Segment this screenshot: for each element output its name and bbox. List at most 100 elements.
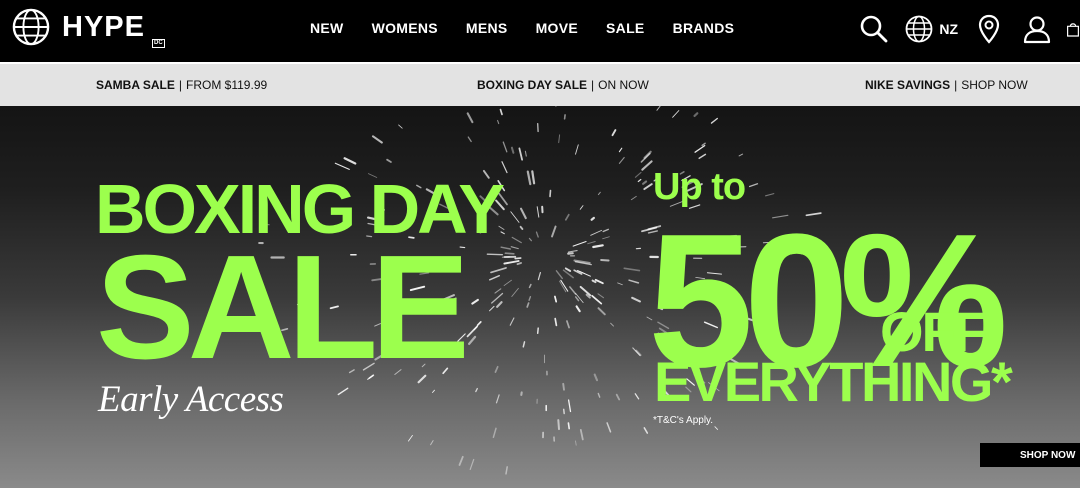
spark — [597, 392, 601, 398]
promo-samba[interactable]: SAMBA SALE | FROM $119.99 — [96, 78, 267, 92]
globe-logo-icon — [12, 8, 50, 46]
spark — [575, 144, 579, 155]
spark — [499, 108, 503, 116]
promo-title: NIKE SAVINGS — [865, 78, 951, 92]
nav-new[interactable]: NEW — [310, 20, 344, 36]
spark — [602, 228, 609, 233]
spark — [748, 183, 759, 188]
spark — [643, 150, 652, 159]
account-icon[interactable] — [1022, 14, 1052, 44]
spark — [524, 150, 527, 157]
spark — [500, 246, 512, 250]
spark — [502, 141, 508, 153]
spark — [407, 434, 413, 442]
spark — [466, 112, 474, 124]
promo-title: SAMBA SALE — [96, 78, 175, 92]
spark — [564, 213, 570, 221]
spark — [714, 426, 719, 430]
spark — [510, 211, 520, 223]
spark — [492, 427, 497, 439]
spark — [628, 279, 640, 284]
spark — [497, 119, 500, 125]
region-selector[interactable]: NZ — [905, 15, 958, 43]
spark — [516, 262, 522, 266]
nav-brands[interactable]: BRANDS — [673, 20, 735, 36]
spark — [631, 296, 641, 303]
spark — [579, 285, 592, 297]
spark — [572, 241, 587, 247]
spark — [486, 253, 503, 256]
spark — [501, 161, 508, 174]
spark — [694, 144, 706, 153]
hero-banner[interactable]: BOXING DAY SALE Early Access Up to 50% O… — [0, 106, 1080, 488]
nav-move[interactable]: MOVE — [536, 20, 578, 36]
spark — [575, 305, 581, 313]
spark — [531, 170, 536, 185]
promo-nike[interactable]: NIKE SAVINGS | SHOP NOW — [865, 78, 1028, 92]
nav-sale[interactable]: SALE — [606, 20, 645, 36]
spark — [623, 267, 641, 272]
spark — [505, 466, 508, 475]
spark — [587, 241, 596, 245]
spark — [579, 428, 584, 441]
search-icon[interactable] — [859, 14, 889, 44]
spark — [476, 321, 482, 327]
spark — [537, 272, 542, 281]
spark — [536, 206, 540, 218]
site-header: HYPE DC NEW WOMENS MENS MOVE SALE BRANDS… — [0, 0, 1080, 62]
spark — [510, 146, 515, 154]
header-actions: NZ — [859, 12, 1080, 46]
spark — [569, 286, 577, 295]
spark — [637, 178, 642, 183]
spark — [509, 317, 515, 326]
spark — [526, 302, 530, 308]
spark — [567, 250, 578, 253]
spark — [468, 335, 477, 345]
promo-boxing-day[interactable]: BOXING DAY SALE | ON NOW — [477, 78, 649, 92]
spark — [526, 170, 532, 186]
spark — [551, 225, 557, 238]
spark — [503, 279, 512, 287]
spark — [555, 270, 563, 280]
promo-title: BOXING DAY SALE — [477, 78, 588, 92]
nav-mens[interactable]: MENS — [466, 20, 508, 36]
spark — [591, 279, 597, 284]
spark — [554, 317, 558, 327]
spark — [600, 259, 610, 262]
spark — [371, 135, 383, 144]
spark — [738, 153, 744, 157]
spark — [597, 293, 605, 299]
spark — [592, 244, 604, 249]
spark — [710, 117, 718, 124]
spark — [475, 387, 478, 393]
spark — [518, 147, 523, 161]
promo-detail: SHOP NOW — [961, 78, 1028, 92]
location-pin-icon[interactable] — [978, 14, 1000, 44]
spark — [519, 207, 527, 220]
shop-now-button[interactable]: SHOP NOW — [980, 443, 1080, 467]
promo-detail: FROM $119.99 — [186, 78, 268, 92]
spark — [643, 183, 653, 191]
spark — [489, 274, 500, 281]
spark — [496, 301, 503, 308]
spark — [469, 458, 475, 470]
spark — [566, 320, 570, 329]
spark — [511, 236, 522, 244]
spark — [343, 157, 357, 165]
spark — [386, 158, 392, 163]
spark — [334, 162, 350, 170]
hero-everything: EVERYTHING* — [654, 350, 1013, 413]
spark — [590, 229, 603, 236]
spark — [430, 440, 434, 446]
nav-womens[interactable]: WOMENS — [372, 20, 438, 36]
spark — [618, 156, 625, 164]
cart-icon[interactable] — [1066, 14, 1080, 44]
spark — [567, 422, 571, 430]
spark — [528, 295, 532, 302]
spark — [693, 112, 699, 117]
spark — [522, 341, 526, 348]
spark — [564, 267, 572, 272]
spark — [494, 365, 499, 373]
spark — [618, 147, 623, 153]
logo[interactable]: HYPE DC — [12, 8, 165, 48]
